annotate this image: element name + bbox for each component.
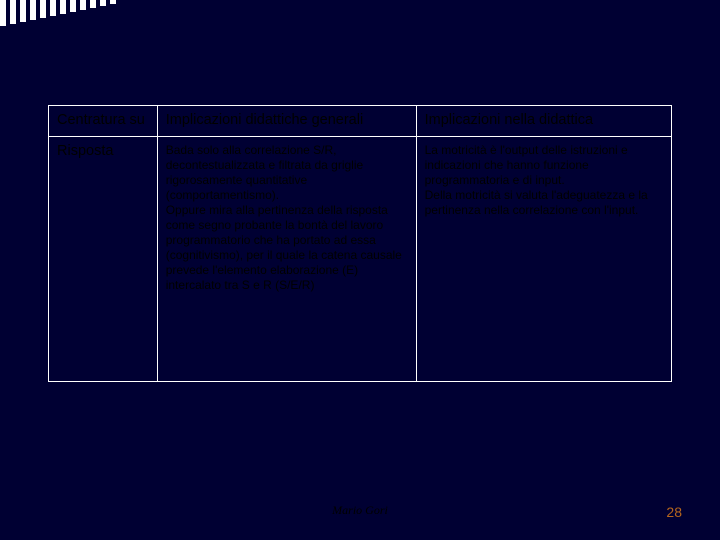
cell-didactic: La motricità è l'output delle istruzioni…	[416, 137, 671, 382]
footer-author: Mario Gori	[0, 503, 720, 518]
header-implicazioni-generali: Implicazioni didattiche generali	[157, 106, 416, 137]
table-row: Risposta Bada solo alla correlazione S/R…	[49, 137, 672, 382]
decorative-bars	[0, 0, 120, 32]
header-implicazioni-didattica: Implicazioni nella didattica	[416, 106, 671, 137]
header-centratura: Centratura su	[49, 106, 158, 137]
slide: Centratura su Implicazioni didattiche ge…	[0, 0, 720, 540]
cell-general: Bada solo alla correlazione S/R, deconte…	[157, 137, 416, 382]
content-table: Centratura su Implicazioni didattiche ge…	[48, 105, 672, 382]
table-header-row: Centratura su Implicazioni didattiche ge…	[49, 106, 672, 137]
page-number: 28	[666, 504, 682, 520]
row-label: Risposta	[49, 137, 158, 382]
